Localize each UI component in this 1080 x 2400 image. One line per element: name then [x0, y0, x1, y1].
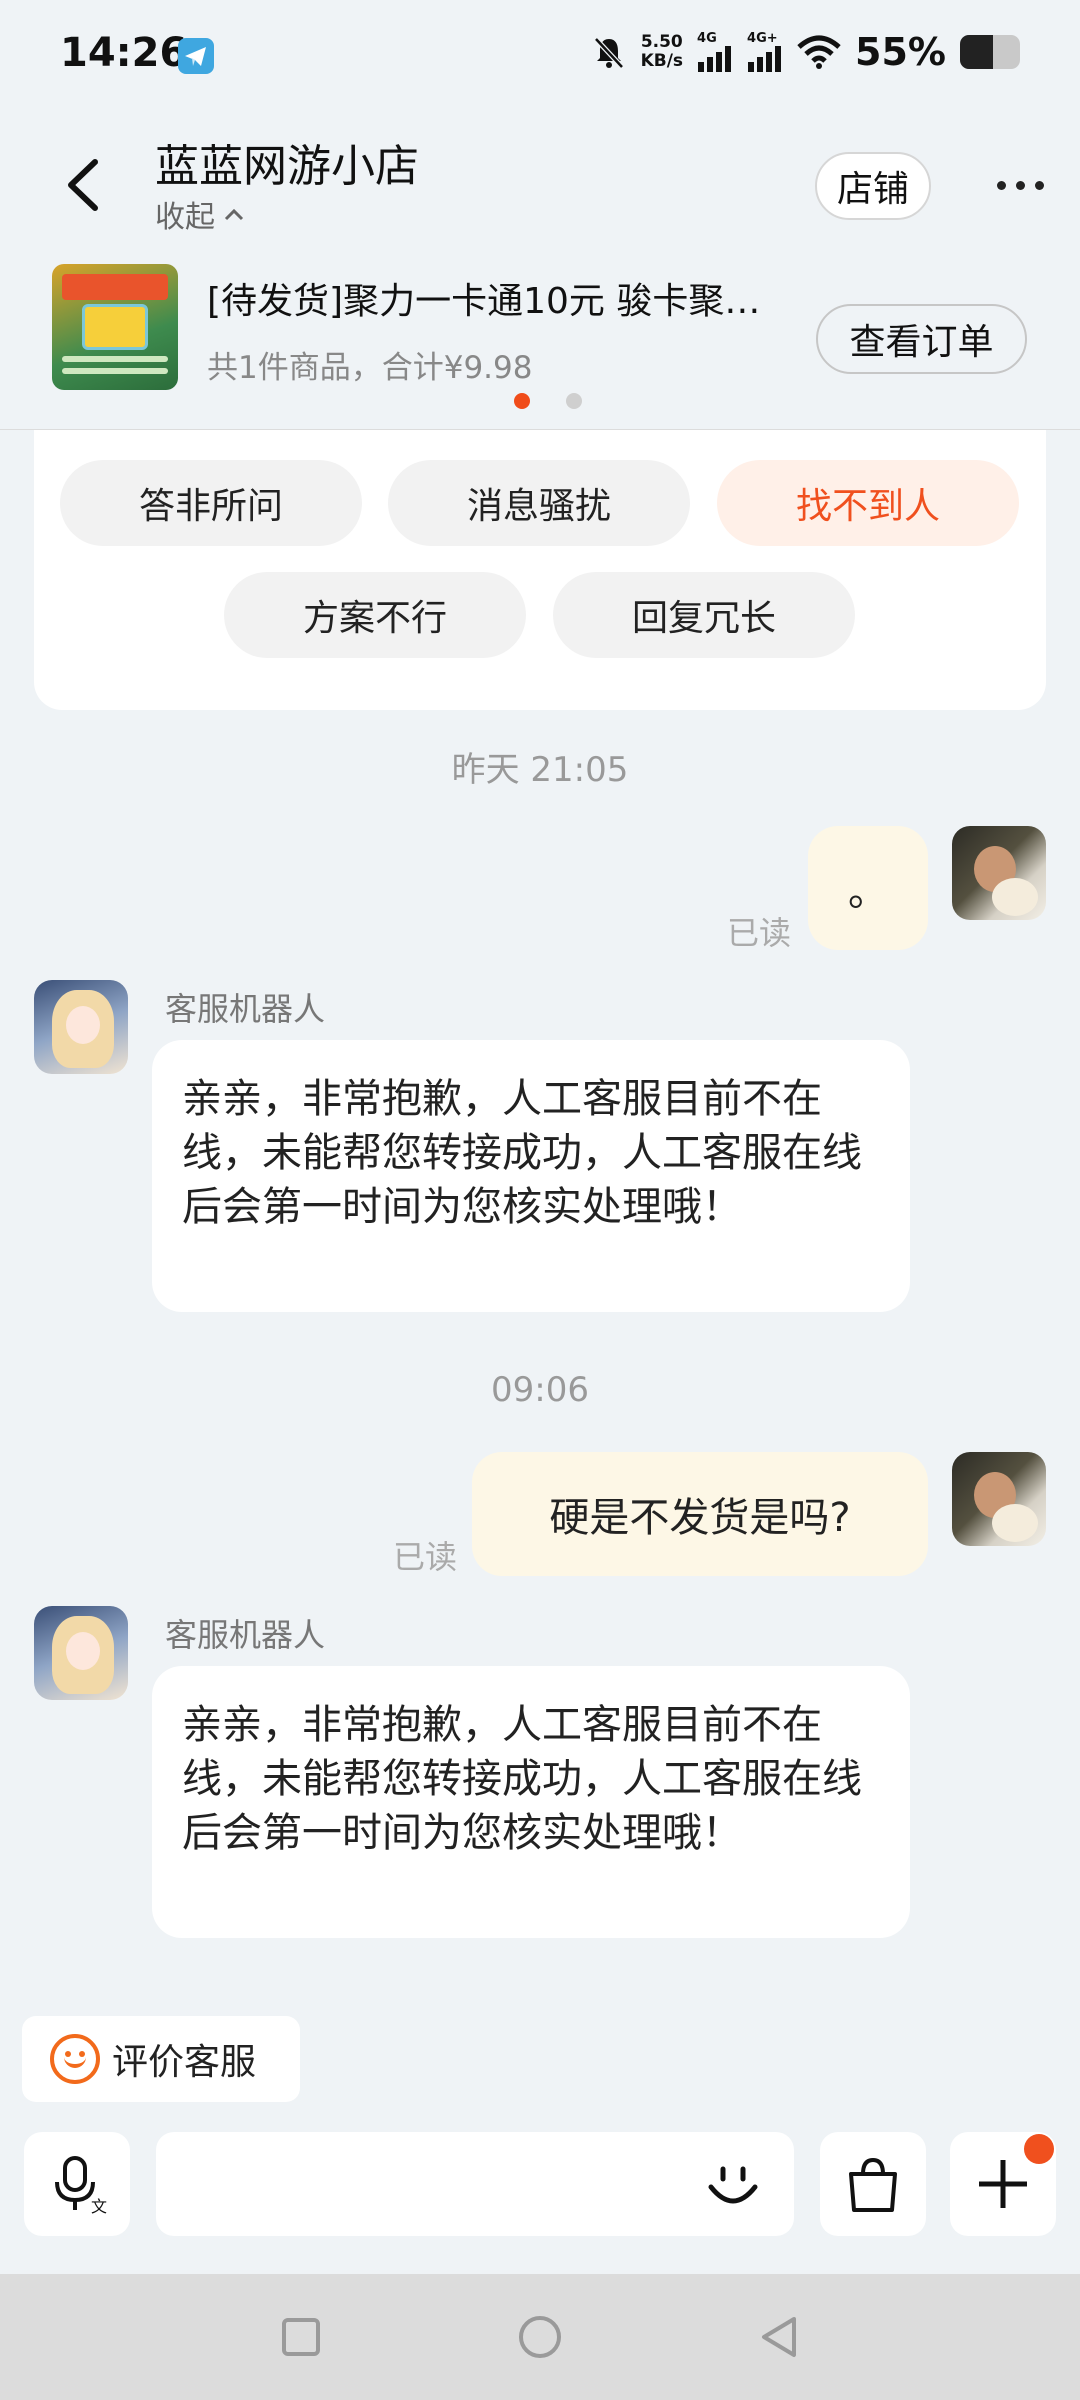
voice-input-button[interactable]: 文 [24, 2132, 130, 2236]
outgoing-message[interactable]: 硬是不发货是吗? [472, 1452, 928, 1576]
voice-input-icon: 文 [55, 2156, 107, 2216]
store-button[interactable]: 店铺 [815, 152, 931, 220]
thumbnail-line [62, 356, 168, 362]
triangle-back-icon [762, 2317, 796, 2357]
avatar-dog [992, 1504, 1038, 1542]
chevron-left-icon [68, 159, 98, 211]
feedback-option-bad-solution[interactable]: 方案不行 [224, 572, 526, 658]
recents-button[interactable] [276, 2312, 326, 2362]
outgoing-message[interactable]: 。 [808, 826, 928, 950]
status-bar: 14:26 5.50 KB/s 4G 4G+ 55% [0, 0, 1080, 110]
shopping-bag-icon [849, 2157, 897, 2212]
signal-strength-1: 4G [697, 32, 733, 72]
notification-badge [1024, 2134, 1054, 2164]
wifi-icon [797, 35, 841, 69]
thumbnail-card [82, 304, 148, 350]
avatar-face [66, 1632, 100, 1670]
mute-bell-icon [593, 37, 624, 69]
back-nav-button[interactable] [754, 2312, 804, 2362]
message-input[interactable] [156, 2132, 794, 2236]
battery-percent: 55% [855, 30, 946, 74]
carousel-dot-active[interactable] [514, 393, 530, 409]
chat-header: 蓝蓝网游小店 收起 店铺 [待发货]聚力一卡通10元 骏卡聚… 共1件商品，合计… [0, 110, 1080, 430]
thumbnail-banner [62, 274, 168, 300]
order-summary: 共1件商品，合计¥9.98 [207, 350, 533, 386]
signal-2-label: 4G+ [747, 31, 778, 46]
incoming-message[interactable]: 亲亲，非常抱歉，人工客服目前不在线，未能帮您转接成功，人工客服在线后会第一时间为… [152, 1666, 910, 1938]
bot-sender-name: 客服机器人 [165, 990, 326, 1028]
square-icon [282, 2318, 320, 2356]
smiley-icon [50, 2034, 100, 2084]
telegram-icon [178, 38, 214, 74]
user-avatar[interactable] [952, 826, 1046, 920]
read-receipt: 已读 [393, 1538, 458, 1576]
plus-icon [979, 2160, 1027, 2208]
feedback-option-verbose[interactable]: 回复冗长 [553, 572, 855, 658]
product-thumbnail[interactable] [52, 264, 178, 390]
read-receipt: 已读 [727, 914, 792, 952]
carousel-indicator [0, 393, 1080, 409]
signal-icon [698, 46, 732, 72]
more-dot-icon [996, 180, 1006, 190]
signal-strength-2: 4G+ [747, 32, 783, 72]
home-button[interactable] [515, 2312, 565, 2362]
back-button[interactable] [55, 150, 115, 220]
emoji-button[interactable] [700, 2152, 766, 2218]
shop-name[interactable]: 蓝蓝网游小店 [155, 130, 419, 194]
status-time: 14:26 [60, 30, 188, 76]
signal-1-label: 4G [697, 31, 717, 46]
feedback-card: 答非所问 消息骚扰 找不到人 方案不行 回复冗长 [34, 430, 1046, 710]
more-options-button[interactable] [985, 165, 1055, 205]
rate-service-label: 评价客服 [112, 2042, 257, 2083]
battery-icon [960, 35, 1020, 69]
chat-timestamp: 09:06 [491, 1370, 589, 1410]
chat-timestamp: 昨天 21:05 [451, 750, 629, 790]
bot-avatar[interactable] [34, 1606, 128, 1700]
svg-text:文: 文 [91, 2198, 107, 2216]
incoming-message[interactable]: 亲亲，非常抱歉，人工客服目前不在线，未能帮您转接成功，人工客服在线后会第一时间为… [152, 1040, 910, 1312]
circle-icon [519, 2316, 561, 2358]
avatar-face [66, 1006, 100, 1044]
thumbnail-line [62, 368, 168, 374]
more-dot-icon [1034, 180, 1044, 190]
signal-icon [748, 46, 782, 72]
order-title[interactable]: [待发货]聚力一卡通10元 骏卡聚… [207, 272, 807, 324]
user-avatar[interactable] [952, 1452, 1046, 1546]
bot-avatar[interactable] [34, 980, 128, 1074]
more-dot-icon [1015, 180, 1025, 190]
feedback-option-no-human[interactable]: 找不到人 [717, 460, 1019, 546]
orders-button[interactable] [820, 2132, 926, 2236]
collapse-toggle[interactable]: 收起 [155, 192, 245, 236]
battery-fill [960, 35, 993, 69]
rate-service-button[interactable]: 评价客服 [22, 2016, 300, 2102]
view-order-button[interactable]: 查看订单 [816, 304, 1027, 374]
system-navigation-bar [0, 2274, 1080, 2400]
chevron-up-icon [224, 208, 244, 221]
avatar-dog [992, 878, 1038, 916]
collapse-label: 收起 [155, 200, 215, 235]
network-speed: 5.50 KB/s [641, 33, 683, 71]
network-speed-unit: KB/s [640, 51, 684, 71]
network-speed-value: 5.50 [640, 32, 683, 52]
feedback-option-spam[interactable]: 消息骚扰 [388, 460, 690, 546]
carousel-dot[interactable] [566, 393, 582, 409]
feedback-option-irrelevant[interactable]: 答非所问 [60, 460, 362, 546]
bot-sender-name: 客服机器人 [165, 1616, 326, 1654]
emoji-icon [708, 2166, 758, 2204]
